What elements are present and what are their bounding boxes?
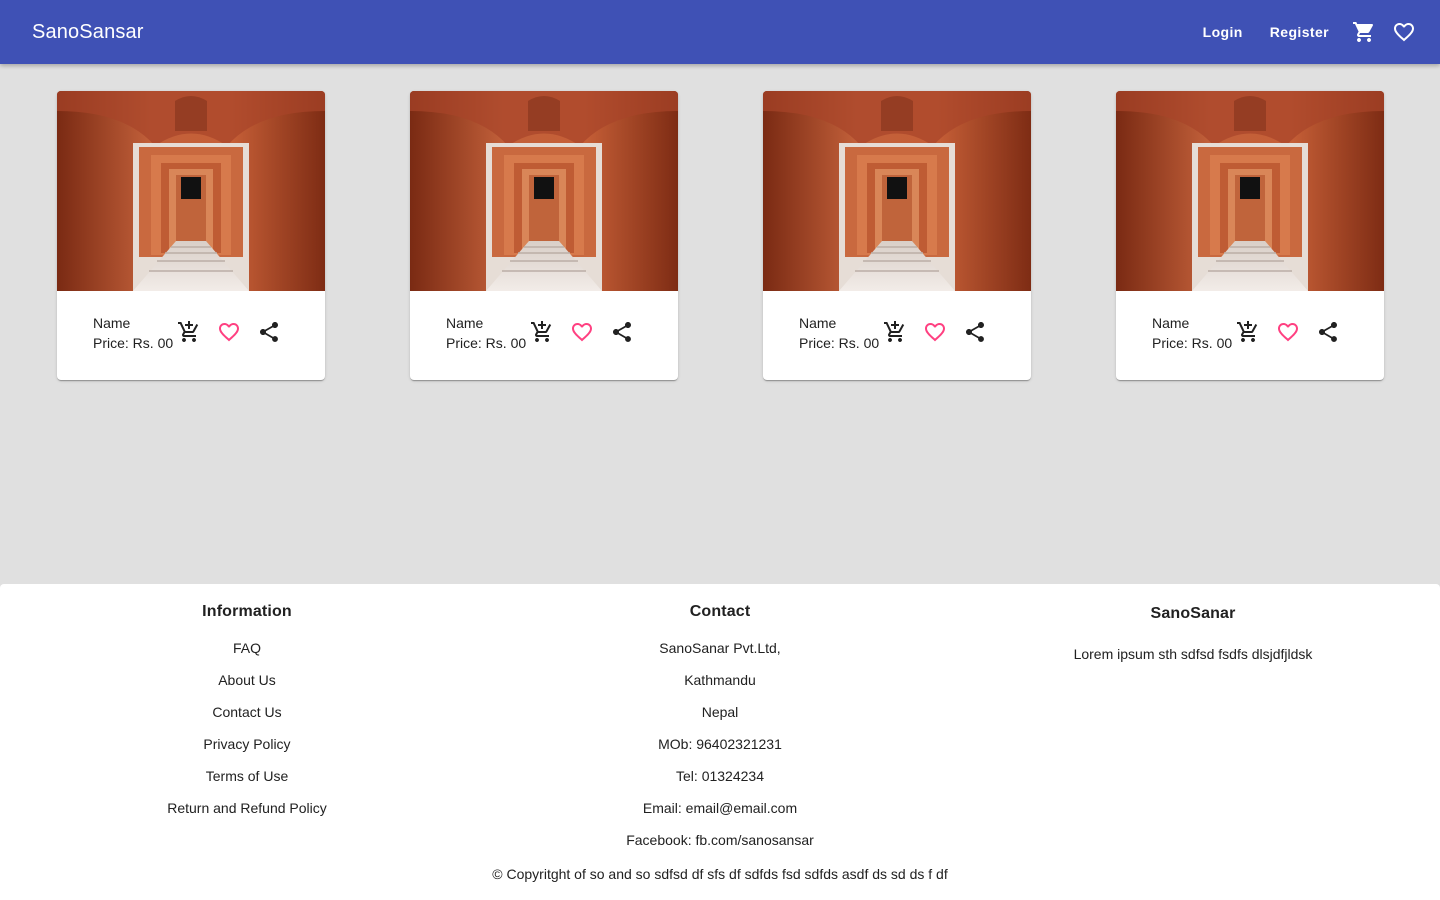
product-info: Name Price: Rs. 00 [446, 313, 526, 353]
product-card[interactable]: Name Price: Rs. 00 [1116, 91, 1384, 380]
contact-company: SanoSanar Pvt.Ltd, [659, 640, 781, 656]
add-to-cart-button[interactable] [883, 320, 907, 344]
favorite-button[interactable] [1276, 320, 1300, 344]
product-price: Price: Rs. 00 [446, 335, 527, 351]
product-name: Name [93, 315, 131, 331]
contact-email: Email: email@email.com [642, 800, 798, 816]
product-price: Price: Rs. 00 [93, 335, 174, 351]
card-actions: Name Price: Rs. 00 [410, 291, 678, 380]
footer-information-title: Information [202, 603, 292, 620]
footer-about-text: Lorem ipsum sth sdfsd fsdfs dlsjdfjldsk [1073, 646, 1313, 662]
add-shopping-cart-icon [178, 321, 199, 342]
wishlist-button[interactable] [1384, 12, 1424, 52]
favorite-button[interactable] [217, 320, 241, 344]
refund-policy-link[interactable]: Return and Refund Policy [167, 800, 327, 816]
heart-outline-icon [219, 323, 239, 342]
cart-button[interactable] [1344, 12, 1384, 52]
share-button[interactable] [610, 320, 634, 344]
brand-title[interactable]: SanoSansar [32, 21, 1191, 44]
login-button[interactable]: Login [1191, 16, 1255, 48]
footer-about-title: SanoSanar [1150, 605, 1236, 622]
privacy-policy-link[interactable]: Privacy Policy [203, 736, 290, 752]
contact-city: Kathmandu [684, 672, 756, 688]
add-to-cart-button[interactable] [1236, 320, 1260, 344]
footer-link-privacy: Privacy Policy [127, 734, 367, 766]
heart-outline-icon [925, 323, 945, 342]
add-to-cart-button[interactable] [177, 320, 201, 344]
product-info: Name Price: Rs. 00 [799, 313, 879, 353]
product-info: Name Price: Rs. 00 [93, 313, 173, 353]
footer-about-column: SanoSanar Lorem ipsum sth sdfsd fsdfs dl… [1013, 584, 1373, 664]
about-us-link[interactable]: About Us [218, 672, 276, 688]
footer-information-links: FAQ About Us Contact Us Privacy Policy T… [127, 638, 367, 830]
copyright-text: © Copyritght of so and so sdfsd df sfs d… [492, 866, 948, 882]
add-shopping-cart-icon [884, 321, 905, 342]
register-button[interactable]: Register [1258, 16, 1341, 48]
share-button[interactable] [963, 320, 987, 344]
add-shopping-cart-icon [531, 321, 552, 342]
footer-link-terms: Terms of Use [127, 766, 367, 798]
product-card[interactable]: Name Price: Rs. 00 [410, 91, 678, 380]
product-price: Price: Rs. 00 [799, 335, 880, 351]
share-button[interactable] [1316, 320, 1340, 344]
share-icon [613, 322, 631, 342]
faq-link[interactable]: FAQ [233, 640, 261, 656]
product-image[interactable] [763, 91, 1031, 291]
heart-outline-icon [1394, 23, 1414, 42]
footer-contact-column: Contact SanoSanar Pvt.Ltd, Kathmandu Nep… [560, 584, 880, 862]
product-image[interactable] [1116, 91, 1384, 291]
share-icon [260, 322, 278, 342]
contact-country: Nepal [701, 704, 739, 720]
favorite-button[interactable] [923, 320, 947, 344]
product-info: Name Price: Rs. 00 [1152, 313, 1232, 353]
product-name: Name [446, 315, 484, 331]
product-name: Name [799, 315, 837, 331]
footer-link-refund: Return and Refund Policy [127, 798, 367, 830]
contact-us-link[interactable]: Contact Us [212, 704, 281, 720]
favorite-button[interactable] [570, 320, 594, 344]
corridor-photo [1116, 91, 1384, 291]
footer-contact-title: Contact [689, 603, 751, 620]
product-image[interactable] [57, 91, 325, 291]
product-card[interactable]: Name Price: Rs. 00 [57, 91, 325, 380]
site-footer: Information FAQ About Us Contact Us Priv… [0, 584, 1440, 900]
product-image[interactable] [410, 91, 678, 291]
footer-information-column: Information FAQ About Us Contact Us Priv… [127, 584, 367, 830]
footer-link-contact: Contact Us [127, 702, 367, 734]
add-shopping-cart-icon [1237, 321, 1258, 342]
product-name: Name [1152, 315, 1190, 331]
product-grid: Name Price: Rs. 00 Name Price: Rs. 00 Na… [57, 91, 1384, 380]
card-actions: Name Price: Rs. 00 [1116, 291, 1384, 380]
footer-link-about: About Us [127, 670, 367, 702]
contact-facebook: Facebook: fb.com/sanosansar [626, 832, 814, 848]
heart-outline-icon [572, 323, 592, 342]
shopping-cart-icon [1353, 22, 1374, 42]
product-card[interactable]: Name Price: Rs. 00 [763, 91, 1031, 380]
contact-telephone: Tel: 01324234 [676, 768, 764, 784]
footer-link-faq: FAQ [127, 638, 367, 670]
product-price: Price: Rs. 00 [1152, 335, 1233, 351]
footer-contact-lines: SanoSanar Pvt.Ltd, Kathmandu Nepal MOb: … [560, 638, 880, 862]
corridor-photo [57, 91, 325, 291]
add-to-cart-button[interactable] [530, 320, 554, 344]
share-icon [1319, 322, 1337, 342]
top-app-bar: SanoSansar Login Register [0, 0, 1440, 64]
card-actions: Name Price: Rs. 00 [763, 291, 1031, 380]
contact-mobile: MOb: 96402321231 [658, 736, 782, 752]
heart-outline-icon [1278, 323, 1298, 342]
card-actions: Name Price: Rs. 00 [57, 291, 325, 380]
corridor-photo [410, 91, 678, 291]
share-button[interactable] [257, 320, 281, 344]
corridor-photo [763, 91, 1031, 291]
share-icon [966, 322, 984, 342]
terms-of-use-link[interactable]: Terms of Use [206, 768, 288, 784]
